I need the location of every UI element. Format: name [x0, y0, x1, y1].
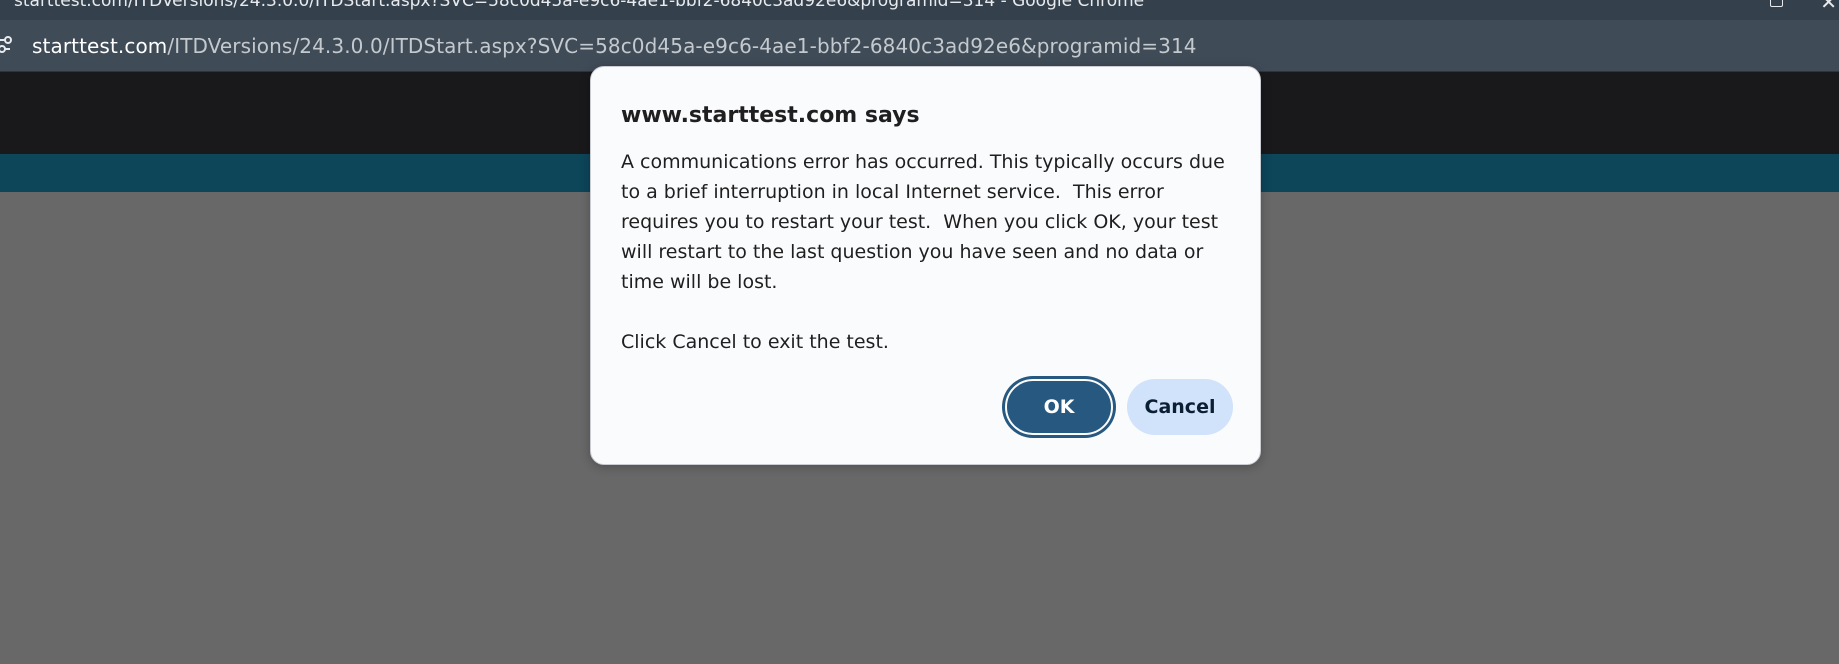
- dialog-message: A communications error has occurred. Thi…: [621, 147, 1231, 357]
- url-host: starttest.com: [32, 34, 168, 58]
- url-text[interactable]: starttest.com/ITDVersions/24.3.0.0/ITDSt…: [32, 34, 1197, 58]
- restore-icon[interactable]: [1770, 0, 1783, 7]
- dialog-message-paragraph: Click Cancel to exit the test.: [621, 331, 889, 353]
- window-title: starttest.com/ITDVersions/24.3.0.0/ITDSt…: [14, 0, 1145, 11]
- address-bar[interactable]: starttest.com/ITDVersions/24.3.0.0/ITDSt…: [0, 20, 1839, 72]
- dialog-title: www.starttest.com says: [621, 103, 920, 128]
- window-title-bar: starttest.com/ITDVersions/24.3.0.0/ITDSt…: [0, 0, 1839, 20]
- ok-button[interactable]: OK: [1005, 379, 1113, 435]
- browser-window: starttest.com/ITDVersions/24.3.0.0/ITDSt…: [0, 0, 1839, 664]
- dialog-message-paragraph: A communications error has occurred. Thi…: [621, 151, 1231, 293]
- cancel-button[interactable]: Cancel: [1127, 379, 1233, 435]
- url-path: /ITDVersions/24.3.0.0/ITDStart.aspx?SVC=…: [167, 34, 1197, 58]
- tune-icon[interactable]: [0, 34, 14, 56]
- close-icon[interactable]: ✕: [1820, 0, 1837, 14]
- alert-dialog: www.starttest.com says A communications …: [590, 66, 1261, 465]
